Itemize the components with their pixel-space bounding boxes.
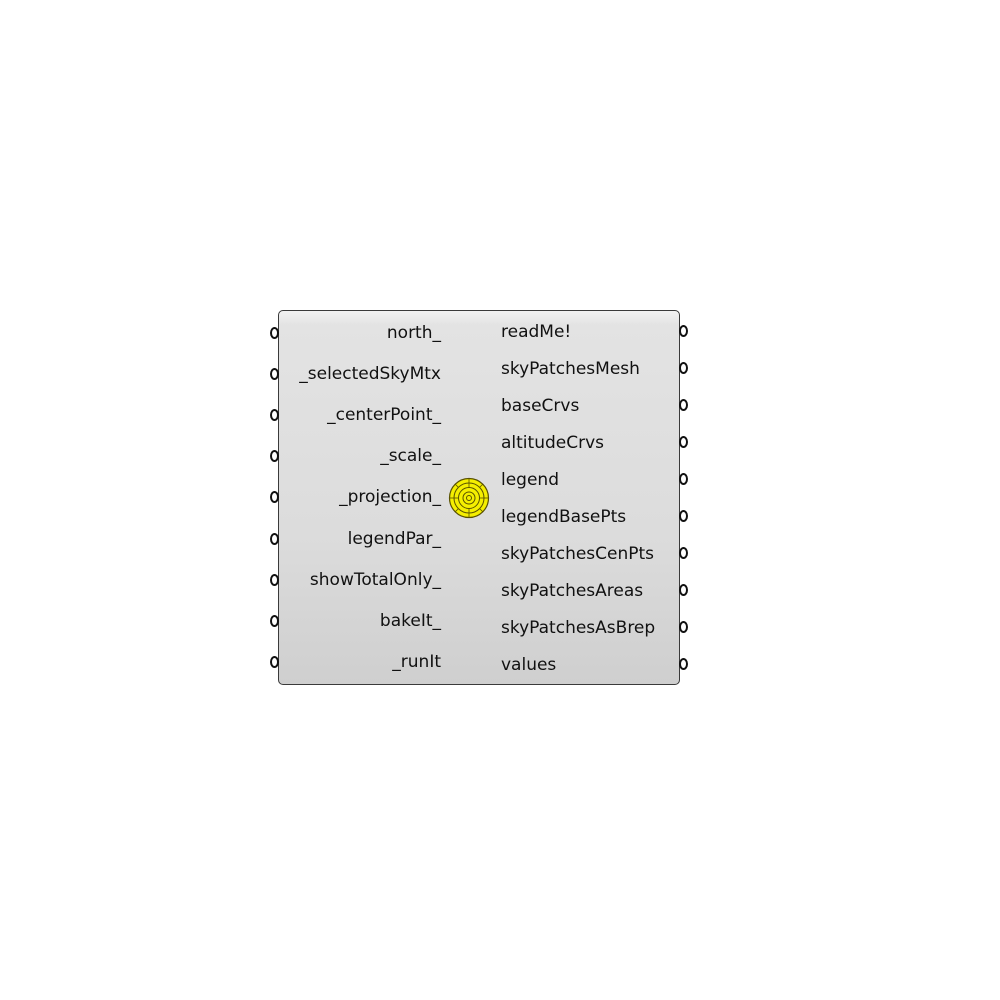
input-grip[interactable] xyxy=(270,615,279,627)
output-grip[interactable] xyxy=(679,547,688,559)
input-run-it[interactable]: _runIt xyxy=(392,652,441,672)
input-grip[interactable] xyxy=(270,574,279,586)
output-sky-patches-cen-pts[interactable]: skyPatchesCenPts xyxy=(501,544,654,564)
output-grip[interactable] xyxy=(679,621,688,633)
input-grip[interactable] xyxy=(270,368,279,380)
output-values[interactable]: values xyxy=(501,655,556,675)
output-legend[interactable]: legend xyxy=(501,470,559,490)
grasshopper-canvas: north_ _selectedSkyMtx _centerPoint_ _sc… xyxy=(0,0,1000,1000)
output-grip[interactable] xyxy=(679,658,688,670)
output-grip[interactable] xyxy=(679,510,688,522)
input-bake-it[interactable]: bakeIt_ xyxy=(380,611,441,631)
input-projection[interactable]: _projection_ xyxy=(339,487,441,507)
output-grip[interactable] xyxy=(679,473,688,485)
output-grip[interactable] xyxy=(679,399,688,411)
input-north[interactable]: north_ xyxy=(387,323,441,343)
input-show-total-only[interactable]: showTotalOnly_ xyxy=(310,570,441,590)
output-base-crvs[interactable]: baseCrvs xyxy=(501,396,579,416)
output-grip[interactable] xyxy=(679,584,688,596)
input-center-point[interactable]: _centerPoint_ xyxy=(327,405,441,425)
output-grip[interactable] xyxy=(679,436,688,448)
sky-matrix-component[interactable]: north_ _selectedSkyMtx _centerPoint_ _sc… xyxy=(278,310,680,685)
sky-dome-icon xyxy=(448,477,490,519)
input-grip[interactable] xyxy=(270,491,279,503)
output-read-me[interactable]: readMe! xyxy=(501,322,571,342)
output-grip[interactable] xyxy=(679,362,688,374)
output-sky-patches-mesh[interactable]: skyPatchesMesh xyxy=(501,359,640,379)
input-grip[interactable] xyxy=(270,327,279,339)
input-grip[interactable] xyxy=(270,409,279,421)
output-legend-base-pts[interactable]: legendBasePts xyxy=(501,507,626,527)
input-grip[interactable] xyxy=(270,450,279,462)
output-sky-patches-areas[interactable]: skyPatchesAreas xyxy=(501,581,643,601)
input-grip[interactable] xyxy=(270,533,279,545)
input-scale[interactable]: _scale_ xyxy=(380,446,441,466)
output-sky-patches-as-brep[interactable]: skyPatchesAsBrep xyxy=(501,618,655,638)
input-legend-par[interactable]: legendPar_ xyxy=(348,529,441,549)
output-grip[interactable] xyxy=(679,325,688,337)
input-grip[interactable] xyxy=(270,656,279,668)
input-selected-sky-mtx[interactable]: _selectedSkyMtx xyxy=(299,364,441,384)
output-altitude-crvs[interactable]: altitudeCrvs xyxy=(501,433,604,453)
